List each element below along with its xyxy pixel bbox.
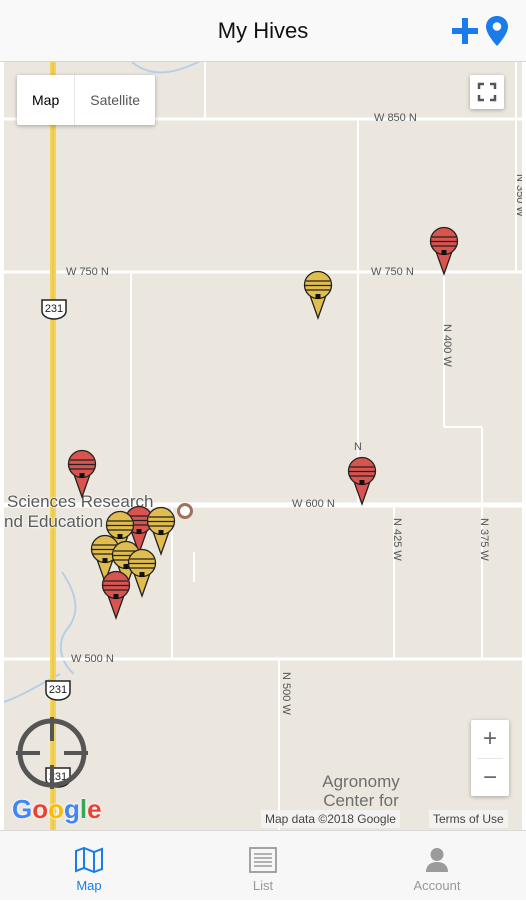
hive-marker-red[interactable]: [429, 226, 459, 276]
agronomy-label: Agronomy Center for: [306, 772, 416, 810]
road-label-w750-right: W 750 N: [371, 266, 414, 278]
road-label-n425: N 425 W: [391, 518, 403, 561]
tab-list[interactable]: List: [203, 831, 323, 901]
map-type-control: Map Satellite: [17, 75, 156, 125]
road-label-n350: N 350 W: [514, 174, 522, 217]
zoom-out-button[interactable]: −: [471, 759, 509, 797]
road-label-n375: N 375 W: [478, 518, 490, 561]
map-pin-icon[interactable]: [485, 15, 509, 47]
map-icon: [75, 847, 103, 873]
tab-account[interactable]: Account: [377, 831, 497, 901]
road-label-w750-left: W 750 N: [66, 266, 109, 278]
hive-marker-red[interactable]: [67, 449, 97, 499]
tab-bar: Map List Account: [0, 830, 526, 900]
hive-marker-yellow[interactable]: [303, 270, 333, 320]
road-label-n: N: [354, 441, 362, 453]
highway-shield-2-label: 231: [48, 684, 68, 696]
tab-map[interactable]: Map: [29, 831, 149, 901]
map-roads: [4, 62, 522, 830]
road-label-w500: W 500 N: [71, 653, 114, 665]
highway-shield-1: 231: [40, 298, 68, 320]
hive-marker-red[interactable]: [347, 456, 377, 506]
list-icon: [249, 847, 277, 873]
highway-shield-2: 231: [44, 679, 72, 701]
tab-account-label: Account: [413, 878, 461, 893]
hive-marker-yellow[interactable]: [127, 548, 157, 598]
terms-of-use-link[interactable]: Terms of Use: [429, 810, 508, 828]
road-label-n400: N 400 W: [441, 324, 453, 367]
hive-marker-red[interactable]: [101, 570, 131, 620]
tab-map-label: Map: [76, 878, 102, 893]
map-type-map-button[interactable]: Map: [17, 75, 76, 125]
road-label-w850: W 850 N: [374, 112, 417, 124]
agronomy-label-line1: Agronomy: [322, 772, 400, 791]
zoom-control: + −: [471, 720, 509, 796]
road-label-w600: W 600 N: [292, 498, 335, 510]
fullscreen-button[interactable]: [470, 75, 504, 109]
nav-header: My Hives: [0, 0, 526, 62]
place-label-line2: nd Education: [4, 512, 104, 531]
zoom-in-button[interactable]: +: [471, 720, 509, 758]
account-icon: [426, 848, 448, 872]
plus-icon[interactable]: [451, 16, 479, 46]
road-label-n500: N 500 W: [280, 672, 292, 715]
map-type-satellite-button[interactable]: Satellite: [75, 75, 155, 125]
map-view[interactable]: Map Satellite W 850 N W 750 N W 750 N W …: [4, 62, 522, 830]
agronomy-label-line2: Center for: [323, 791, 399, 810]
tab-list-label: List: [252, 878, 274, 893]
map-attribution: Map data ©2018 Google: [261, 810, 400, 828]
crosshair-icon[interactable]: [16, 717, 88, 789]
page-title: My Hives: [217, 18, 309, 43]
highway-shield-1-label: 231: [44, 303, 64, 315]
google-logo: Google: [12, 794, 102, 824]
fullscreen-icon: [477, 82, 497, 102]
